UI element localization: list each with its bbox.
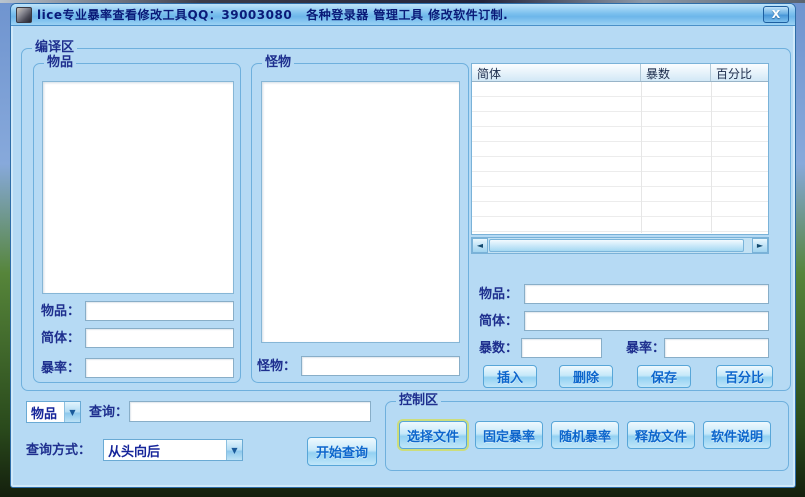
editor-simplified-input[interactable]	[524, 311, 769, 331]
scroll-right-button[interactable]: ►	[752, 238, 768, 253]
editor-item-input[interactable]	[524, 284, 769, 304]
column-header-count[interactable]: 暴数	[641, 64, 711, 81]
select-file-button[interactable]: 选择文件	[399, 421, 467, 449]
app-icon	[16, 7, 32, 23]
item-listbox[interactable]	[42, 81, 234, 294]
delete-button[interactable]: 删除	[559, 365, 613, 388]
monster-field-label: 怪物：	[257, 359, 296, 375]
item-rate-label: 暴率：	[41, 361, 80, 377]
start-query-button[interactable]: 开始查询	[307, 437, 377, 466]
editor-rate-label: 暴率：	[626, 341, 665, 357]
column-header-simplified[interactable]: 简体	[472, 64, 641, 81]
column-divider	[641, 82, 642, 233]
window-title: lice专业暴率查看修改工具QQ：39003080 各种登录器 管理工具 修改软…	[37, 6, 795, 23]
release-file-button[interactable]: 释放文件	[627, 421, 695, 449]
table-horizontal-scrollbar[interactable]: ◄ ►	[471, 237, 769, 254]
fixed-rate-button[interactable]: 固定暴率	[475, 421, 543, 449]
query-mode-label: 查询方式：	[26, 443, 91, 459]
scroll-right-icon: ►	[757, 241, 763, 250]
titlebar[interactable]: lice专业暴率查看修改工具QQ：39003080 各种登录器 管理工具 修改软…	[11, 4, 795, 26]
save-button[interactable]: 保存	[637, 365, 691, 388]
item-field-label: 物品：	[41, 304, 80, 320]
item-panel-label: 物品	[44, 56, 76, 70]
client-area: 编译区 物品 物品： 简体： 暴率： 怪物 怪物： 简体 暴数 百分比	[11, 26, 795, 488]
monster-listbox[interactable]	[261, 81, 460, 343]
query-label: 查询：	[89, 405, 128, 421]
query-mode-dropdown-button[interactable]: ▼	[226, 440, 242, 460]
chevron-down-icon: ▼	[231, 446, 237, 455]
monster-field-input[interactable]	[301, 356, 460, 376]
column-header-percent[interactable]: 百分比	[711, 64, 768, 81]
editor-count-input[interactable]	[521, 338, 602, 358]
editor-simplified-label: 简体：	[479, 314, 518, 330]
result-table[interactable]: 简体 暴数 百分比	[471, 63, 769, 235]
scroll-left-button[interactable]: ◄	[472, 238, 488, 253]
item-simplified-input[interactable]	[85, 328, 234, 348]
query-mode-value: 从头向后	[104, 441, 226, 460]
column-divider	[711, 82, 712, 233]
app-window: lice专业暴率查看修改工具QQ：39003080 各种登录器 管理工具 修改软…	[10, 3, 796, 488]
close-button[interactable]: X	[763, 6, 789, 23]
item-simplified-label: 简体：	[41, 331, 80, 347]
search-target-value: 物品	[27, 403, 64, 422]
scrollbar-thumb[interactable]	[489, 239, 744, 252]
search-target-combo[interactable]: 物品 ▼	[26, 401, 81, 423]
compile-area-label: 编译区	[32, 41, 77, 55]
item-field-input[interactable]	[85, 301, 234, 321]
query-input[interactable]	[129, 401, 371, 422]
editor-rate-input[interactable]	[664, 338, 769, 358]
item-rate-input[interactable]	[85, 358, 234, 378]
random-rate-button[interactable]: 随机暴率	[551, 421, 619, 449]
result-table-header[interactable]: 简体 暴数 百分比	[472, 64, 768, 82]
percent-button[interactable]: 百分比	[716, 365, 773, 388]
software-info-button[interactable]: 软件说明	[703, 421, 771, 449]
close-icon: X	[772, 8, 780, 21]
search-target-dropdown-button[interactable]: ▼	[64, 402, 80, 422]
insert-button[interactable]: 插入	[483, 365, 537, 388]
editor-item-label: 物品：	[479, 287, 518, 303]
query-mode-combo[interactable]: 从头向后 ▼	[103, 439, 243, 461]
scroll-left-icon: ◄	[477, 241, 483, 250]
monster-panel-label: 怪物	[262, 56, 294, 70]
editor-count-label: 暴数：	[479, 341, 518, 357]
result-table-body[interactable]	[472, 82, 768, 233]
chevron-down-icon: ▼	[69, 408, 75, 417]
control-area-label: 控制区	[396, 394, 441, 408]
